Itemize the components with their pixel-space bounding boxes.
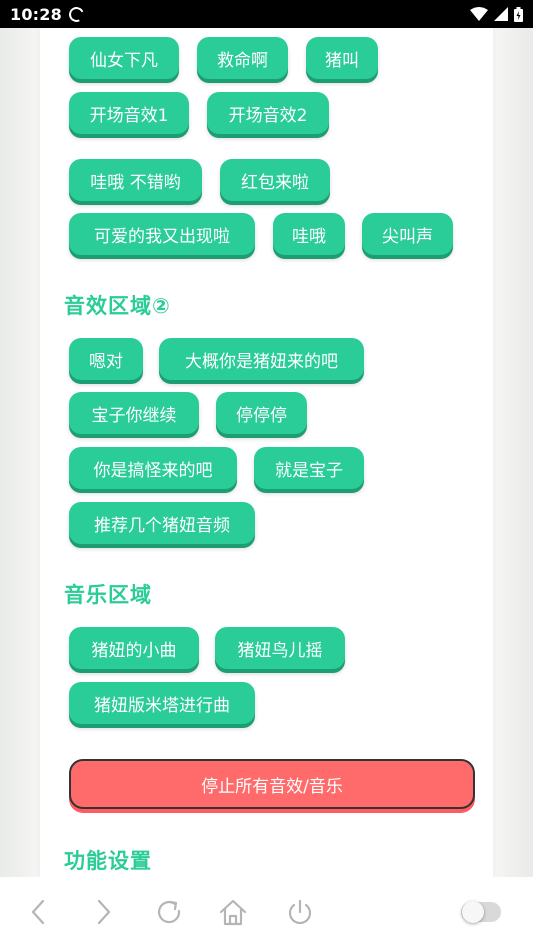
sync-icon	[66, 4, 87, 24]
sound-button[interactable]: 嗯对	[69, 338, 143, 380]
sound-button[interactable]: 尖叫声	[362, 213, 453, 255]
back-icon[interactable]	[24, 897, 54, 927]
stop-all-button[interactable]: 停止所有音效/音乐	[69, 759, 475, 809]
sound-button[interactable]: 猪叫	[306, 37, 378, 79]
home-icon[interactable]	[218, 897, 248, 927]
refresh-icon[interactable]	[154, 897, 184, 927]
sound-button[interactable]: 开场音效2	[207, 92, 329, 134]
main-content: 仙女下凡 救命啊 猪叫 开场音效1 开场音效2 哇哦 不错哟 红包来啦 可爱的我…	[40, 28, 493, 877]
status-time: 10:28	[10, 4, 62, 24]
status-left: 10:28	[10, 4, 87, 24]
forward-icon[interactable]	[88, 897, 118, 927]
status-right	[470, 6, 523, 22]
music-button[interactable]: 猪妞鸟儿摇	[215, 627, 345, 669]
toggle-switch[interactable]	[461, 901, 501, 923]
sound-button[interactable]: 救命啊	[197, 37, 288, 79]
wifi-icon	[470, 7, 488, 21]
sound-button[interactable]: 宝子你继续	[69, 392, 199, 434]
sound-button[interactable]: 就是宝子	[254, 447, 364, 489]
section-title-settings: 功能设置	[64, 849, 152, 873]
music-button[interactable]: 猪妞版米塔进行曲	[69, 682, 255, 724]
section-title-music: 音乐区域	[64, 583, 152, 607]
section-title-effects-2: 音效区域②	[64, 294, 171, 318]
bottom-nav	[0, 877, 533, 948]
power-icon[interactable]	[285, 897, 315, 927]
battery-icon	[514, 6, 523, 22]
sound-button[interactable]: 推荐几个猪妞音频	[69, 502, 255, 544]
sound-button[interactable]: 停停停	[216, 392, 307, 434]
sound-button[interactable]: 开场音效1	[69, 92, 189, 134]
music-button[interactable]: 猪妞的小曲	[69, 627, 199, 669]
sound-button[interactable]: 大概你是猪妞来的吧	[159, 338, 364, 380]
sound-button[interactable]: 红包来啦	[220, 159, 330, 201]
sound-button[interactable]: 哇哦	[273, 213, 345, 255]
sound-button[interactable]: 仙女下凡	[69, 37, 179, 79]
sound-button[interactable]: 哇哦 不错哟	[69, 159, 202, 201]
status-bar: 10:28	[0, 0, 533, 28]
sound-button[interactable]: 可爱的我又出现啦	[69, 213, 255, 255]
sound-button[interactable]: 你是搞怪来的吧	[69, 447, 237, 489]
signal-icon	[494, 7, 508, 21]
toggle-knob	[462, 901, 484, 923]
